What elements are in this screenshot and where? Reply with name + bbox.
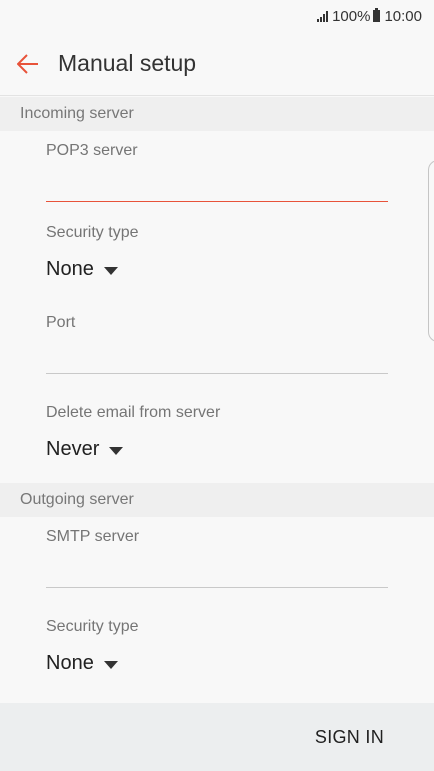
battery-icon xyxy=(373,8,381,22)
smtp-server-label: SMTP server xyxy=(46,528,140,545)
incoming-security-type-label: Security type xyxy=(46,224,139,241)
dropdown-arrow-icon xyxy=(103,660,118,669)
status-bar: 100% 10:00 xyxy=(0,0,434,32)
pop3-server-label: POP3 server xyxy=(46,142,138,159)
incoming-server-header: Incoming server xyxy=(0,97,434,131)
outgoing-security-type-value: None xyxy=(46,652,94,674)
outgoing-security-type-label: Security type xyxy=(46,618,139,635)
edge-panel-handle[interactable] xyxy=(428,160,434,342)
app-bar: Manual setup xyxy=(0,32,434,96)
clock: 10:00 xyxy=(384,7,422,25)
incoming-security-type-dropdown[interactable]: None xyxy=(46,258,118,281)
smtp-server-input[interactable] xyxy=(46,557,388,588)
dropdown-arrow-icon xyxy=(103,266,118,275)
port-input[interactable] xyxy=(46,343,388,374)
delete-email-dropdown[interactable]: Never xyxy=(46,438,124,461)
port-label: Port xyxy=(46,314,76,331)
back-button[interactable] xyxy=(0,32,56,96)
incoming-security-type-value: None xyxy=(46,258,94,280)
bottom-bar: SIGN IN xyxy=(0,703,434,771)
delete-email-value: Never xyxy=(46,438,100,460)
pop3-server-input[interactable] xyxy=(46,171,388,202)
arrow-back-icon xyxy=(17,53,38,74)
battery-percent: 100% xyxy=(332,7,371,25)
outgoing-server-header: Outgoing server xyxy=(0,483,434,517)
sign-in-button[interactable]: SIGN IN xyxy=(315,727,384,748)
dropdown-arrow-icon xyxy=(109,446,124,455)
delete-email-label: Delete email from server xyxy=(46,404,221,421)
page-title: Manual setup xyxy=(58,50,197,76)
outgoing-security-type-dropdown[interactable]: None xyxy=(46,652,118,675)
signal-icon xyxy=(317,10,329,22)
